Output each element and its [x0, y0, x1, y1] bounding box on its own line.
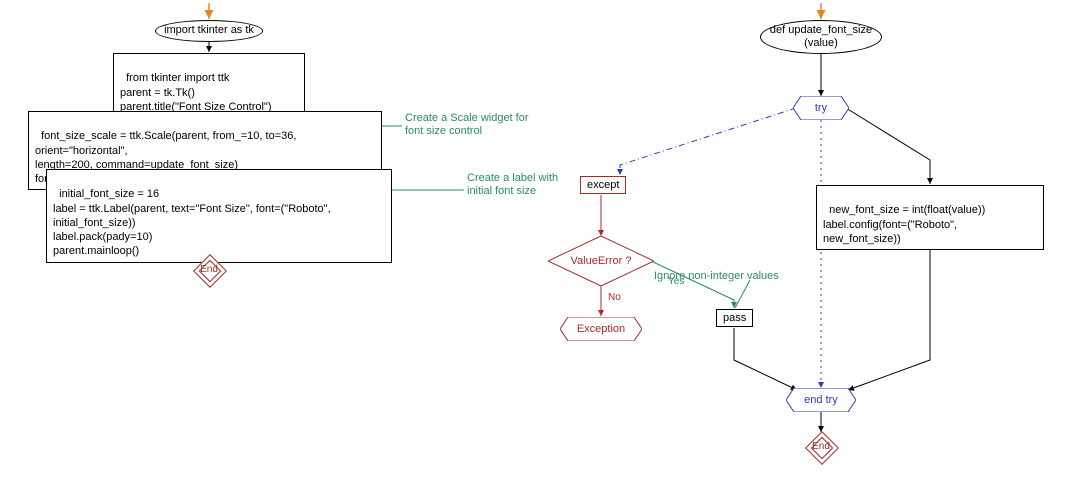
- endtry-label: end try: [786, 394, 856, 406]
- exception-hex: Exception: [560, 317, 642, 341]
- box3-text: initial_font_size = 16 label = ttk.Label…: [53, 188, 331, 257]
- pass-comment: Ignore non-integer values: [654, 270, 779, 283]
- box1-text: from tkinter import ttk parent = tk.Tk()…: [120, 72, 271, 113]
- exception-label: Exception: [560, 323, 642, 335]
- try-hex: try: [793, 96, 849, 120]
- except-box: except: [580, 176, 626, 194]
- start-ellipse-left-text: import tkinter as tk: [164, 24, 254, 37]
- decision-label: ValueError ?: [548, 255, 654, 267]
- box3: initial_font_size = 16 label = ttk.Label…: [46, 169, 392, 263]
- box1: from tkinter import ttk parent = tk.Tk()…: [113, 53, 305, 118]
- box2-comment: Create a Scale widget for font size cont…: [405, 112, 529, 138]
- end-left: End: [194, 255, 224, 285]
- pass-box: pass: [716, 309, 753, 327]
- try-body-text: new_font_size = int(float(value)) label.…: [823, 204, 985, 245]
- start-ellipse-right-text: def update_font_size (value): [770, 24, 872, 50]
- except-label: except: [587, 179, 619, 191]
- decision-diamond: ValueError ?: [548, 236, 654, 286]
- start-ellipse-right: def update_font_size (value): [760, 20, 882, 54]
- no-label: No: [608, 292, 621, 303]
- end-right: End: [806, 432, 836, 462]
- endtry-hex: end try: [786, 388, 856, 412]
- start-ellipse-left: import tkinter as tk: [155, 20, 263, 42]
- try-label: try: [793, 102, 849, 114]
- end-right-label: End: [806, 441, 836, 452]
- box3-comment: Create a label with initial font size: [467, 172, 558, 198]
- try-body: new_font_size = int(float(value)) label.…: [816, 185, 1044, 250]
- pass-label: pass: [723, 312, 746, 324]
- end-left-label: End: [194, 264, 224, 275]
